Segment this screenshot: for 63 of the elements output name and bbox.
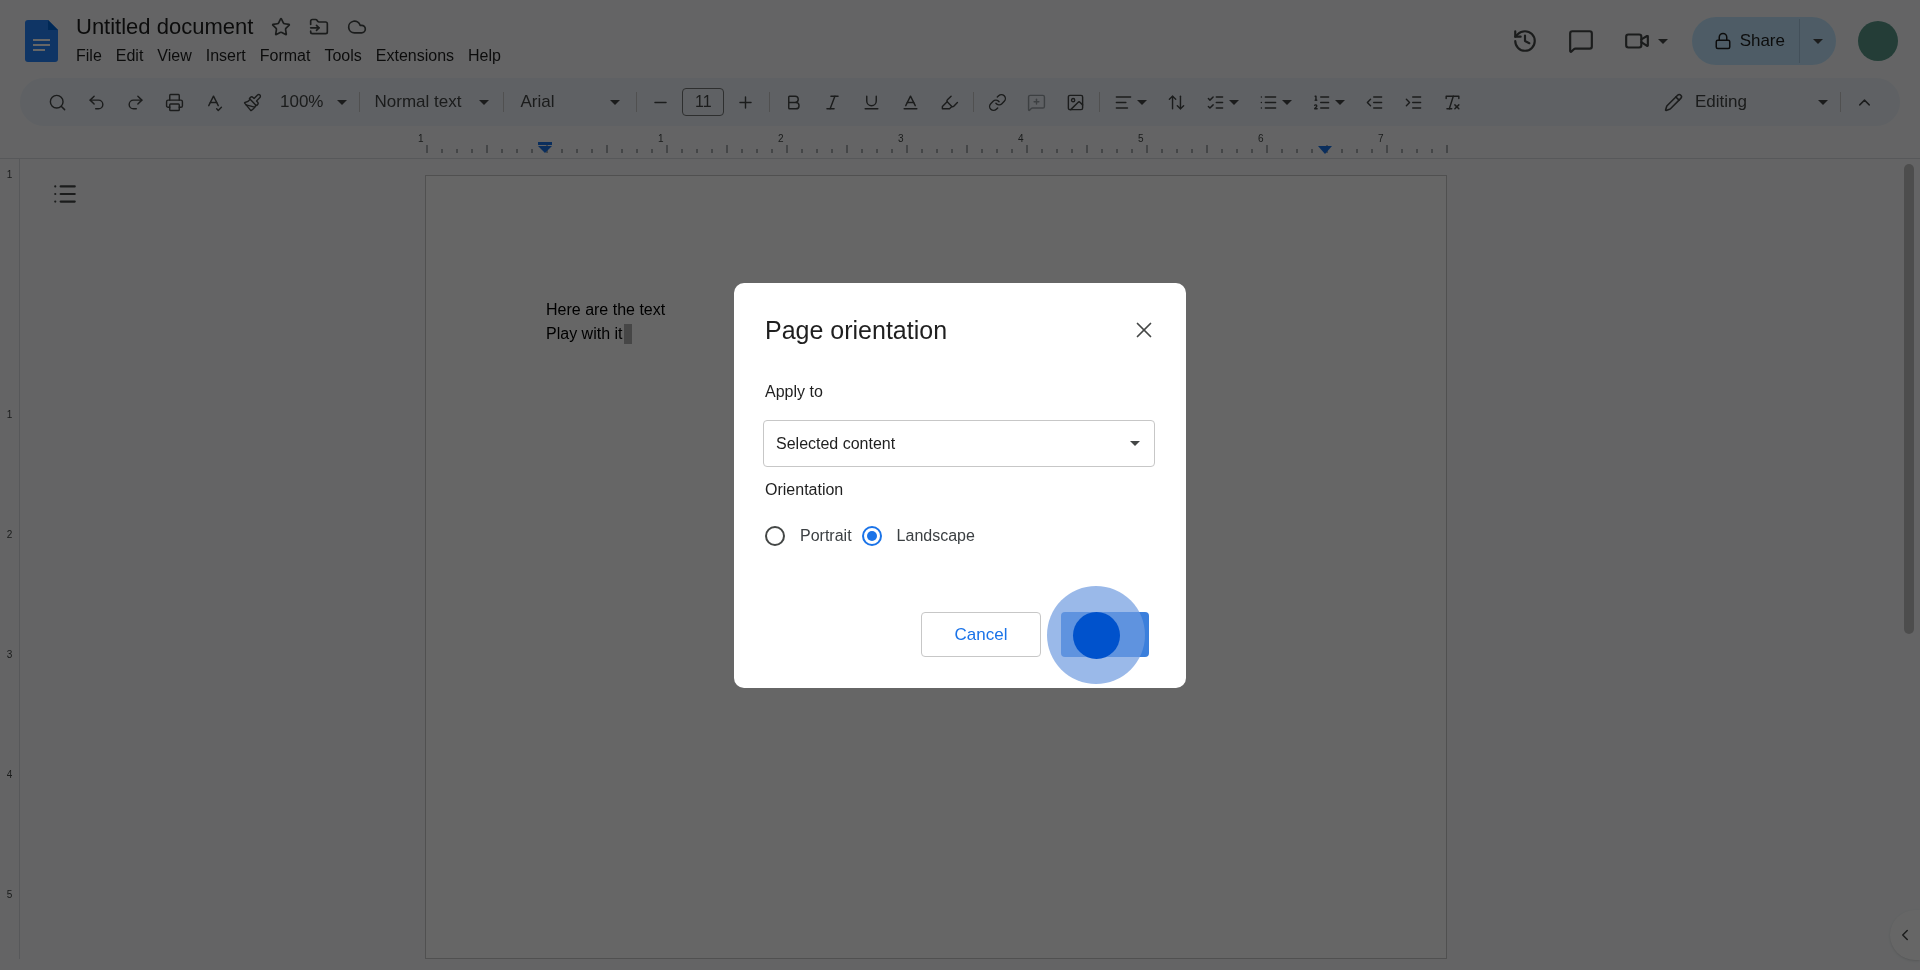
ruler-number: 1 [6, 169, 13, 180]
avatar[interactable] [1858, 21, 1898, 61]
ruler-number: 4 [1018, 133, 1024, 144]
document-text: Here are the text [546, 300, 666, 320]
dialog-title: Page orientation [765, 315, 948, 346]
apply-to-label: Apply to [765, 382, 824, 402]
caret-icon [479, 99, 490, 105]
orientation-radio[interactable]: Landscape [861, 524, 975, 548]
text-cursor [624, 324, 633, 344]
side-panel-toggle[interactable] [1890, 910, 1920, 960]
caret-icon [1335, 99, 1346, 105]
caret-icon [1229, 99, 1240, 105]
ruler-number: 5 [6, 889, 13, 900]
caret-icon [1137, 99, 1148, 105]
caret-icon [1282, 99, 1293, 105]
pencil-icon [1664, 92, 1683, 112]
caret-icon [337, 99, 348, 105]
menu-item[interactable]: View [151, 44, 198, 68]
ruler-number: 1 [6, 409, 13, 420]
document-text: Play with it [546, 324, 623, 344]
orientation-label: Orientation [765, 480, 845, 500]
style-dropdown[interactable]: Normal text [364, 89, 500, 115]
ruler-number: 7 [1378, 133, 1384, 144]
menu-item[interactable]: Edit [109, 44, 150, 68]
menu-item[interactable]: Extensions [369, 44, 461, 68]
font-dropdown[interactable]: Arial [508, 89, 633, 115]
menu-item[interactable]: Tools [318, 44, 368, 68]
left-indent-marker-icon[interactable] [538, 142, 552, 154]
orientation-radio[interactable]: Portrait [765, 524, 852, 548]
font-size-field[interactable]: 11 [682, 88, 725, 116]
menu-item[interactable]: Insert [199, 44, 252, 68]
menu-item[interactable]: Format [253, 44, 317, 68]
numbered-list-icon [1312, 92, 1332, 112]
ruler-number: 2 [778, 133, 784, 144]
ruler-number: 1 [658, 133, 664, 144]
zoom-dropdown[interactable]: 100% [272, 89, 356, 115]
caret-icon [1813, 38, 1823, 44]
lock-icon [1713, 32, 1732, 50]
cancel-button[interactable]: Cancel [921, 612, 1041, 657]
ruler-number: 5 [1138, 133, 1144, 144]
folder-icon[interactable] [309, 17, 330, 37]
caret-icon [1818, 99, 1828, 105]
cloud-icon[interactable] [347, 17, 368, 37]
ruler-number: 4 [6, 769, 13, 780]
star-icon[interactable] [271, 17, 292, 37]
caret-icon [1130, 441, 1140, 446]
version-history-icon[interactable] [1511, 28, 1538, 54]
document-logo-icon[interactable] [25, 20, 58, 62]
editing-mode-dropdown[interactable]: Editing [1656, 89, 1836, 115]
document-title[interactable]: Untitled document [76, 12, 254, 42]
apply-to-dropdown[interactable]: Selected content [763, 420, 1155, 467]
menu-item[interactable]: File [70, 44, 108, 68]
menu-item[interactable]: Help [462, 44, 507, 68]
caret-icon [1657, 38, 1668, 44]
ruler-number: 6 [1258, 133, 1264, 144]
comment-icon[interactable] [1567, 28, 1594, 54]
ruler-number: 3 [898, 133, 904, 144]
ruler-number: 2 [6, 529, 13, 540]
ruler-number: 3 [6, 649, 13, 660]
ruler-number: 1 [418, 133, 424, 144]
scrollbar-thumb[interactable] [1904, 164, 1914, 634]
right-indent-marker-icon[interactable] [1318, 146, 1332, 154]
caret-icon [610, 99, 621, 105]
